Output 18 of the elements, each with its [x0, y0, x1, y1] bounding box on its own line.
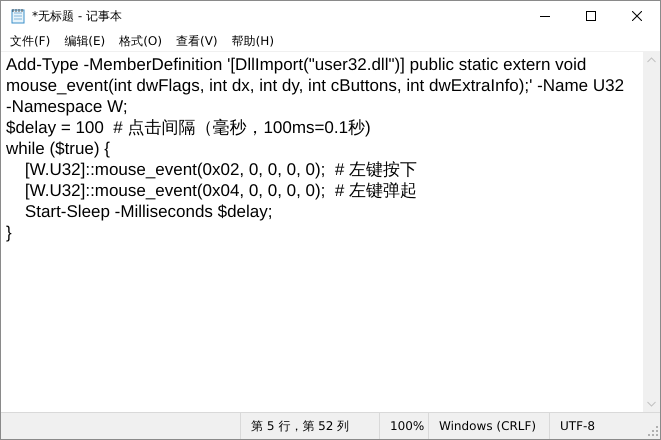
maximize-icon	[586, 11, 596, 21]
encoding: UTF-8	[560, 419, 596, 433]
resize-grip-icon[interactable]	[648, 426, 658, 436]
scroll-up-icon[interactable]	[647, 57, 656, 63]
zoom-level: 100%	[390, 419, 424, 433]
menu-item[interactable]: 文件(F)	[3, 32, 58, 50]
menu-item[interactable]: 编辑(E)	[57, 32, 112, 50]
window-title: *无标题 - 记事本	[32, 8, 123, 24]
line-ending: Windows (CRLF)	[439, 419, 536, 433]
menu-item[interactable]: 格式(O)	[112, 32, 170, 50]
vertical-scrollbar[interactable]	[643, 52, 660, 412]
menu-item[interactable]: 帮助(H)	[224, 32, 281, 50]
menu-item[interactable]: 查看(V)	[169, 32, 225, 50]
text-editor[interactable]: Add-Type -MemberDefinition '[DllImport("user32.dll")] public static extern void mouse_event(int dwFlags, int dx, int dy, int cButtons, int dwExtraInfo);' -Name U32 -Namespace W; $delay = 100 # 点击间隔（毫秒，100ms=0.1秒) while ($true) { [W.U32]::mouse_event(0x02, 0, 0, 0, 0); # 左键按下 [W.U32]::mouse_event(0x04, 0, 0, 0, 0); # 左键弹起 Start-Sleep -Milliseconds $delay; }	[1, 52, 643, 412]
notepad-icon	[10, 8, 26, 24]
close-icon	[632, 11, 642, 21]
scroll-down-icon[interactable]	[647, 401, 656, 407]
cursor-position: 第 5 行，第 52 列	[251, 418, 350, 434]
